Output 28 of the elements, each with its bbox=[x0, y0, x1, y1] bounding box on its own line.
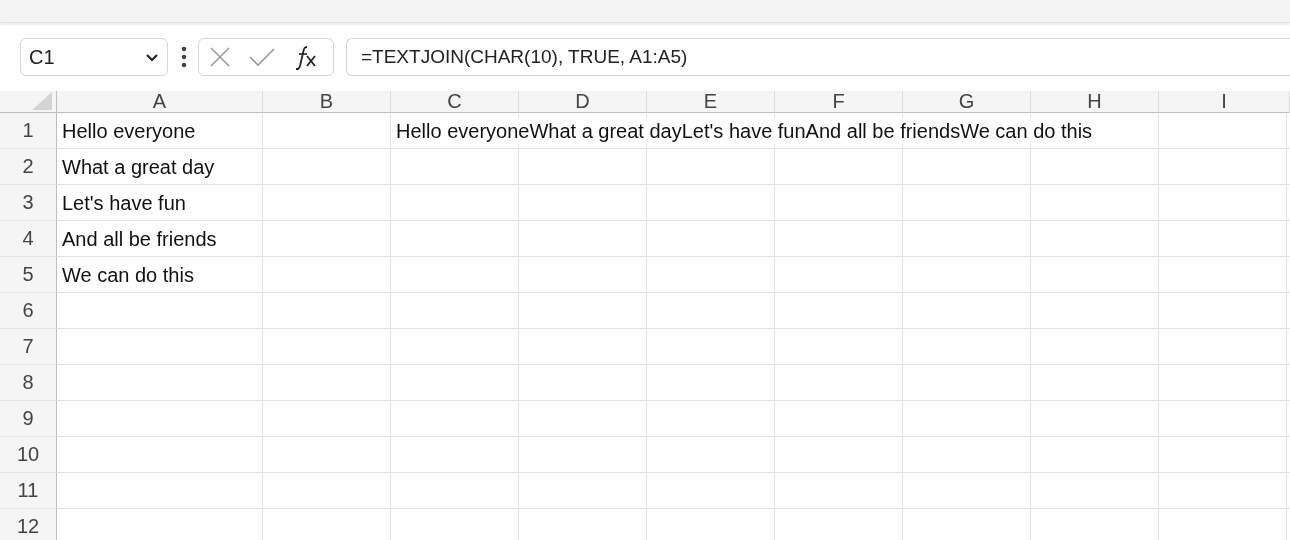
name-box[interactable]: C1 bbox=[20, 38, 168, 76]
row-header[interactable]: 11 bbox=[0, 473, 57, 509]
column-header[interactable]: E bbox=[647, 91, 775, 113]
row-header[interactable]: 1 bbox=[0, 113, 57, 149]
more-icon[interactable] bbox=[180, 46, 188, 68]
function-icon[interactable] bbox=[293, 44, 319, 70]
row-header[interactable]: 8 bbox=[0, 365, 57, 401]
row-header[interactable]: 5 bbox=[0, 257, 57, 293]
row-header[interactable]: 3 bbox=[0, 185, 57, 221]
row-header[interactable]: 2 bbox=[0, 149, 57, 185]
column-header[interactable]: I bbox=[1159, 91, 1290, 113]
column-header[interactable]: C bbox=[391, 91, 519, 113]
column-header[interactable]: F bbox=[775, 91, 903, 113]
row-header[interactable]: 6 bbox=[0, 293, 57, 329]
row-header[interactable]: 7 bbox=[0, 329, 57, 365]
column-header[interactable]: D bbox=[519, 91, 647, 113]
row-header[interactable]: 4 bbox=[0, 221, 57, 257]
row-header[interactable]: 10 bbox=[0, 437, 57, 473]
row-header[interactable]: 9 bbox=[0, 401, 57, 437]
formula-field[interactable]: =TEXTJOIN(CHAR(10), TRUE, A1:A5) bbox=[346, 38, 1290, 76]
column-header[interactable]: A bbox=[57, 91, 263, 113]
column-header[interactable]: H bbox=[1031, 91, 1159, 113]
cancel-icon[interactable] bbox=[209, 46, 231, 68]
row-header[interactable]: 12 bbox=[0, 509, 57, 540]
check-icon[interactable] bbox=[249, 47, 275, 67]
column-header[interactable]: G bbox=[903, 91, 1031, 113]
column-header[interactable]: B bbox=[263, 91, 391, 113]
chevron-down-icon bbox=[145, 52, 159, 62]
